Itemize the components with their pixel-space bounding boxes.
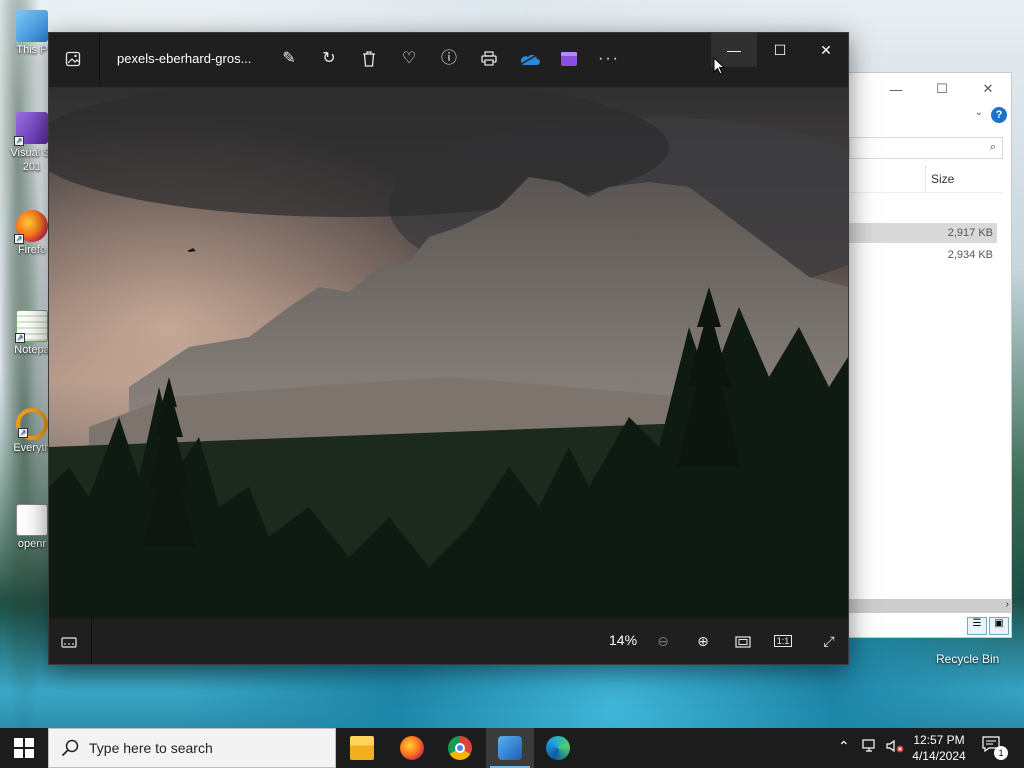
photos-app-window[interactable]: pexels-eberhard-gros... ✎ ↻ ♡ ⓘ ··· — ☐ … — [48, 32, 849, 665]
volume-muted-icon[interactable] — [886, 739, 904, 768]
visual-studio-icon: ↗ — [14, 112, 48, 146]
large-icons-view-icon[interactable]: ▣ — [989, 617, 1009, 635]
explorer-ribbon-row: ⌄ ? — [849, 105, 1011, 129]
maximize-icon[interactable]: ☐ — [919, 81, 965, 97]
fit-to-window-icon[interactable] — [729, 627, 757, 655]
shortcut-arrow-icon: ↗ — [14, 234, 24, 244]
clock-time: 12:57 PM — [913, 733, 965, 747]
network-icon[interactable] — [862, 739, 878, 768]
taskbar-search-box[interactable]: Type here to search — [48, 728, 336, 768]
chevron-down-icon[interactable]: ⌄ — [975, 107, 983, 118]
more-icon[interactable]: ··· — [593, 45, 625, 73]
taskbar-photos[interactable] — [486, 728, 534, 768]
shortcut-arrow-icon: ↗ — [14, 136, 24, 146]
everything-icon: ↗ — [16, 408, 48, 440]
action-center-button[interactable]: 1 — [982, 736, 1008, 760]
explorer-search-input[interactable]: ⌕ — [849, 137, 1003, 159]
photos-toolbar: pexels-eberhard-gros... ✎ ↻ ♡ ⓘ ··· — ☐ … — [49, 33, 848, 87]
actual-size-button[interactable]: 1:1 — [769, 627, 797, 655]
chrome-icon — [448, 736, 472, 760]
actual-size-label: 1:1 — [773, 635, 793, 647]
file-row[interactable]: 2,934 KB — [849, 245, 997, 265]
edit-icon[interactable]: ✎ — [273, 45, 305, 73]
rotate-icon[interactable]: ↻ — [313, 45, 345, 73]
notepad-icon: ↗ — [15, 310, 48, 343]
notification-badge: 1 — [994, 746, 1008, 760]
filmstrip-icon[interactable] — [55, 627, 83, 655]
photo-filename: pexels-eberhard-gros... — [117, 51, 252, 66]
file-size: 2,934 KB — [947, 249, 993, 261]
taskbar: Type here to search ⌃ 12:57 PM 4/14/2024… — [0, 728, 1024, 768]
maximize-button[interactable]: ☐ — [757, 33, 803, 67]
bottom-bar-divider — [91, 618, 92, 664]
firefox-icon: ↗ — [14, 210, 48, 244]
recycle-bin-label[interactable]: Recycle Bin — [936, 652, 999, 666]
zoom-out-icon[interactable]: ⊖ — [649, 627, 677, 655]
zoom-in-icon[interactable]: ⊕ — [689, 627, 717, 655]
firefox-icon — [400, 736, 424, 760]
image-icon[interactable] — [57, 45, 89, 73]
openr-icon — [16, 504, 48, 536]
search-icon: ⌕ — [989, 141, 996, 153]
onedrive-icon[interactable] — [513, 45, 545, 73]
details-view-icon[interactable]: ☰ — [967, 617, 987, 635]
taskbar-file-explorer[interactable] — [338, 728, 386, 768]
file-row[interactable]: 2,917 KB — [849, 223, 997, 243]
clipchamp-icon[interactable] — [553, 45, 585, 73]
horizontal-scrollbar[interactable]: › — [849, 599, 1011, 613]
view-toggle: ☰ ▣ — [967, 617, 1009, 635]
photo-canvas[interactable] — [49, 87, 848, 620]
fullscreen-icon[interactable]: ⤢ — [815, 627, 843, 655]
mountain-landscape-photo — [49, 87, 848, 620]
explorer-titlebar: — ☐ ✕ — [849, 73, 1011, 105]
scroll-right-icon[interactable]: › — [1006, 599, 1009, 610]
close-button[interactable]: ✕ — [803, 33, 849, 67]
taskbar-chrome[interactable] — [436, 728, 484, 768]
taskbar-firefox[interactable] — [388, 728, 436, 768]
minimize-icon[interactable]: — — [873, 82, 919, 97]
file-size: 2,917 KB — [947, 227, 993, 239]
delete-icon[interactable] — [353, 45, 385, 73]
print-icon[interactable] — [473, 45, 505, 73]
start-button[interactable] — [0, 728, 48, 768]
photos-icon — [498, 736, 522, 760]
edge-icon — [546, 736, 570, 760]
column-divider — [925, 165, 926, 192]
search-icon — [61, 739, 79, 757]
mouse-cursor-icon — [713, 57, 725, 75]
shortcut-arrow-icon: ↗ — [18, 428, 28, 438]
search-placeholder: Type here to search — [89, 740, 213, 756]
windows-logo-icon — [14, 738, 34, 758]
clock-date: 4/14/2024 — [912, 749, 966, 763]
taskbar-edge[interactable] — [534, 728, 582, 768]
shortcut-arrow-icon: ↗ — [15, 333, 25, 343]
heart-icon[interactable]: ♡ — [393, 45, 425, 73]
info-icon[interactable]: ⓘ — [433, 45, 465, 73]
zoom-level: 14% — [609, 632, 638, 648]
file-explorer-window[interactable]: — ☐ ✕ ⌄ ? ⌕ Size 2,917 KB 2,934 KB › ☰ ▣ — [848, 72, 1012, 638]
folder-icon — [350, 736, 374, 760]
toolbar-divider — [99, 33, 100, 87]
close-icon[interactable]: ✕ — [965, 81, 1011, 97]
this-pc-icon — [16, 10, 48, 42]
size-column-header[interactable]: Size — [931, 172, 954, 186]
photos-bottom-bar: 14% ⊖ ⊕ 1:1 ⤢ — [49, 618, 848, 664]
column-header: Size — [849, 165, 1003, 193]
system-clock[interactable]: 12:57 PM 4/14/2024 — [908, 732, 970, 764]
show-hidden-icons-icon[interactable]: ⌃ — [838, 738, 850, 768]
help-icon[interactable]: ? — [991, 107, 1007, 123]
